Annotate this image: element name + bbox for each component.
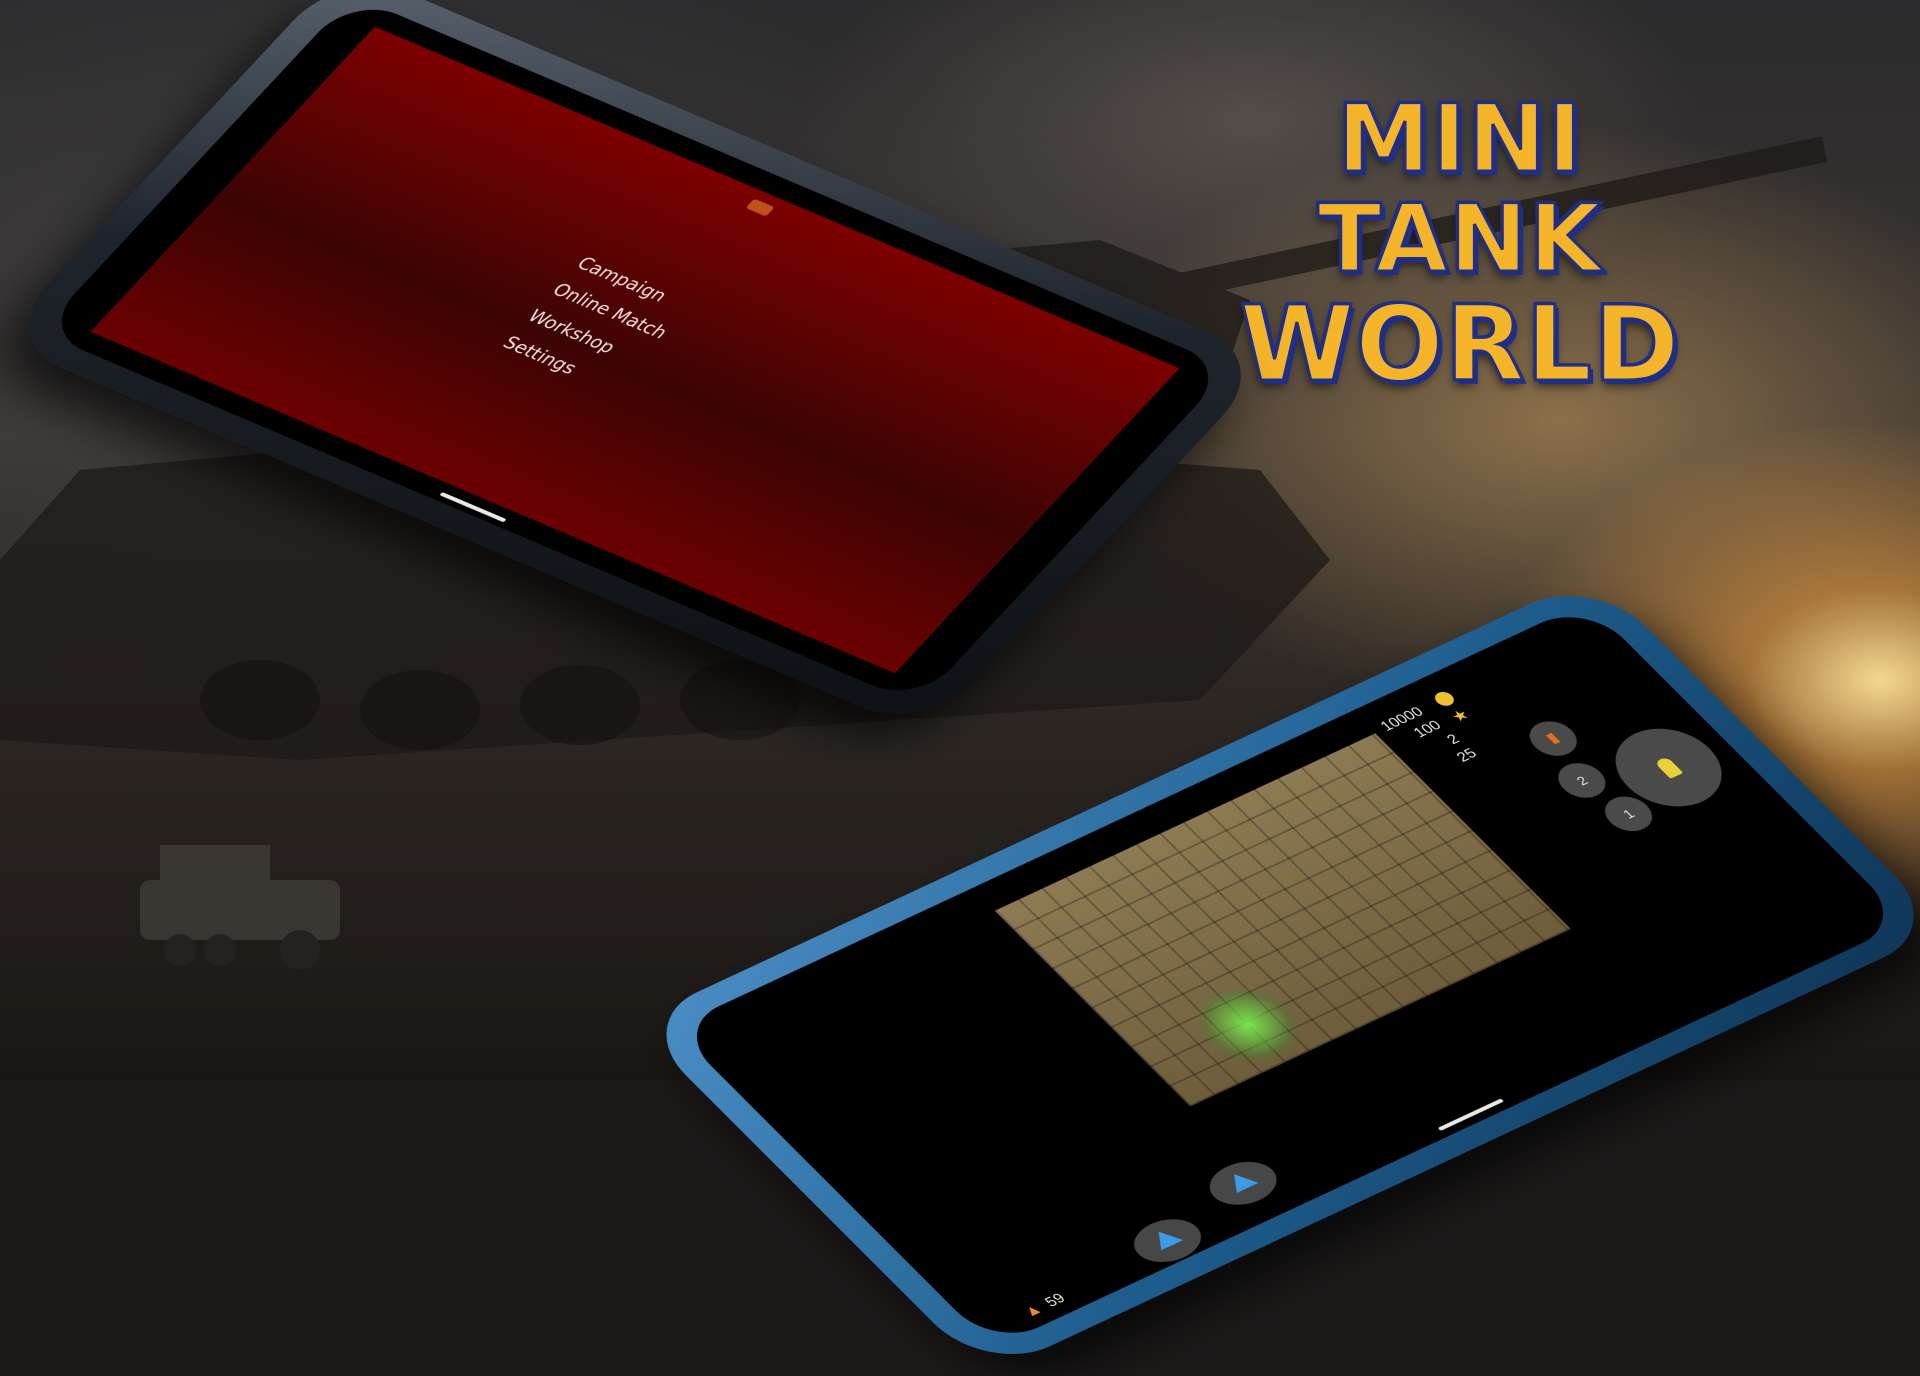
logo-line-2: WORLD bbox=[1238, 283, 1681, 405]
tank-icon bbox=[745, 198, 775, 217]
move-up-button[interactable] bbox=[1197, 1153, 1289, 1214]
fuel-value: 59 bbox=[1041, 1290, 1070, 1311]
arrow-up-icon bbox=[1223, 1169, 1259, 1193]
weapon-count: 2 bbox=[1572, 772, 1592, 789]
main-menu: Campaign Online Match Workshop Settings bbox=[493, 249, 701, 401]
game-logo: MINI TANK WORLD bbox=[1200, 85, 1720, 400]
special-count: 1 bbox=[1618, 806, 1639, 822]
half-track-vehicle bbox=[140, 845, 340, 970]
shell-icon bbox=[1546, 732, 1561, 745]
fuel-icon: ▲ bbox=[1019, 1300, 1047, 1321]
stat-c-value: 25 bbox=[1452, 745, 1481, 766]
weapon-button-2[interactable]: 2 bbox=[1548, 756, 1616, 804]
fire-button-icon bbox=[1653, 756, 1684, 779]
logo-line-1: MINI TANK bbox=[1316, 85, 1603, 294]
star-icon: ★ bbox=[1447, 706, 1474, 726]
weapon-button-1[interactable] bbox=[1520, 715, 1587, 763]
arrow-up-icon bbox=[1147, 1226, 1183, 1251]
coin-icon bbox=[1431, 689, 1458, 709]
stat-b-value: 2 bbox=[1443, 731, 1464, 748]
player-tank bbox=[1176, 975, 1319, 1074]
